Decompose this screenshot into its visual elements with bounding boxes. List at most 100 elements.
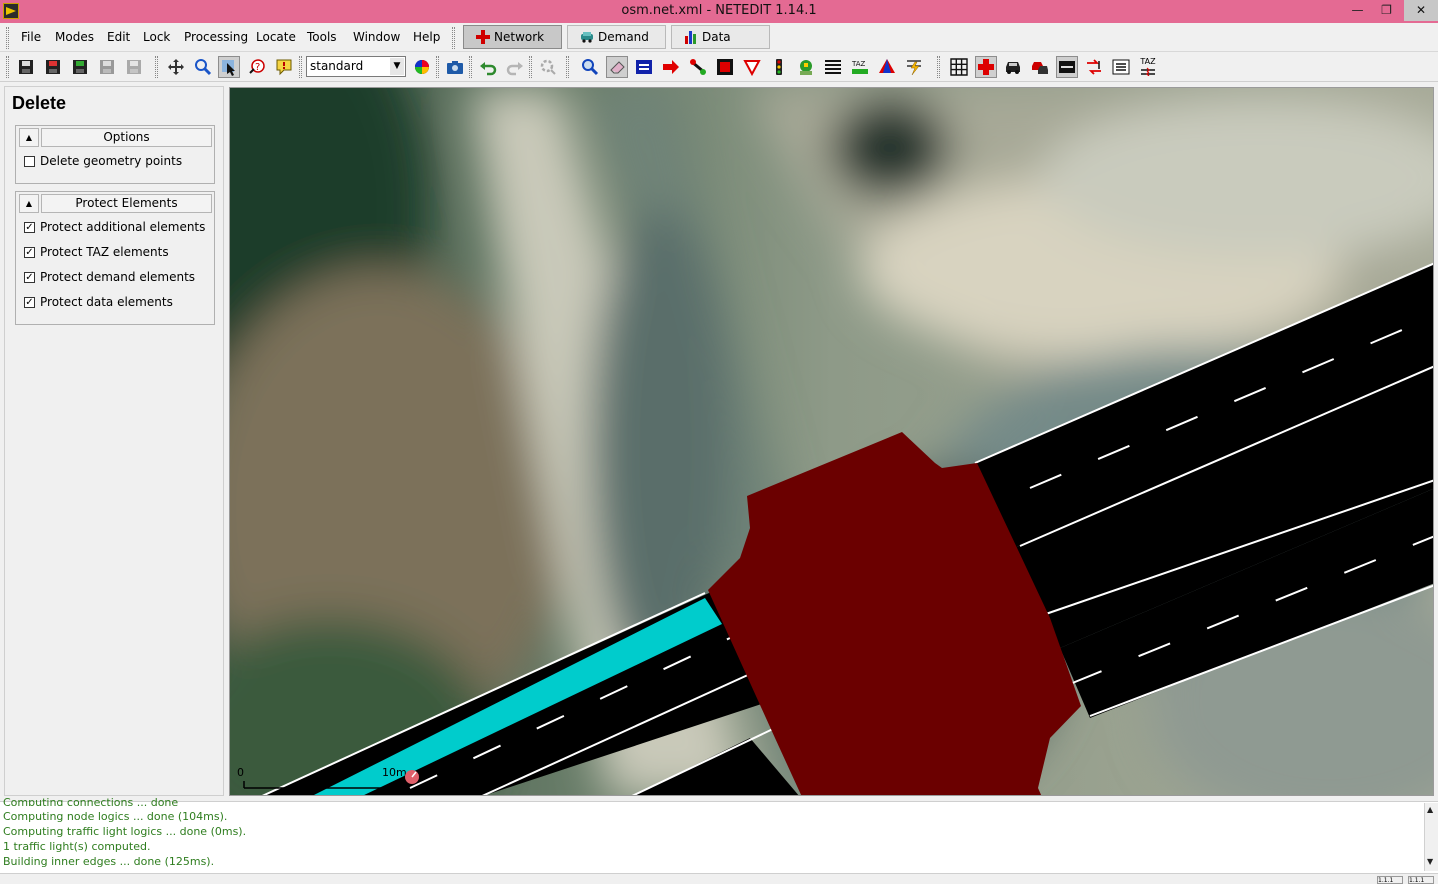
tooltip-button[interactable] [273,56,295,78]
menu-help[interactable]: Help [413,30,440,44]
toolbar-grip-5[interactable] [469,56,472,78]
delete-mode-button[interactable] [606,56,628,78]
tool-bar: ? standard ▼ TAZ TAZ [0,52,1438,82]
protect-demand-checkbox[interactable]: ✓ [24,272,35,283]
select-mode-button[interactable] [633,56,655,78]
close-button[interactable]: ✕ [1404,0,1438,21]
toggle-lane-change-button[interactable] [1029,56,1051,78]
supermode-demand-label: Demand [598,30,649,44]
help-button[interactable]: ? [246,56,268,78]
options-collapse-button[interactable]: ▲ [19,128,39,147]
direction-arrows-icon [1087,59,1101,75]
network-view-svg[interactable]: 0 10m [230,88,1434,796]
traffic-light-mode-button[interactable] [768,56,790,78]
toolbar-grip-7[interactable] [566,56,569,78]
menu-processing[interactable]: Processing [184,30,248,44]
create-edge-button[interactable] [687,56,709,78]
taz-icon: TAZ [851,60,868,74]
menu-modes[interactable]: Modes [55,30,94,44]
additional-icon [800,60,812,75]
cars-icon [1032,62,1048,74]
message-partial: Computing connections ... done (0ms). [3,796,179,806]
scale-end-label: 10m [382,766,407,779]
connection-mode-button[interactable] [714,56,736,78]
toggle-vehicle-button[interactable] [1002,56,1024,78]
save-demand-button[interactable] [69,56,91,78]
save-additionals-button[interactable] [42,56,64,78]
protect-collapse-button[interactable]: ▲ [19,194,39,213]
screenshot-button[interactable] [444,56,466,78]
message-scrollbar[interactable]: ▲ ▼ [1424,803,1438,871]
protect-elements-title: Protect Elements [41,194,212,213]
menu-edit[interactable]: Edit [107,30,130,44]
toggle-junction-shape-button[interactable] [975,56,997,78]
menu-window[interactable]: Window [353,30,400,44]
toolbar-grip[interactable] [6,56,9,78]
locate-gear-button[interactable] [537,56,559,78]
locate-button[interactable] [218,56,240,78]
delete-geometry-points-row[interactable]: Delete geometry points [16,150,214,175]
save-all-button[interactable] [123,56,145,78]
move-mode-button[interactable] [660,56,682,78]
scroll-down-icon[interactable]: ▼ [1427,857,1433,866]
scroll-up-icon[interactable]: ▲ [1427,805,1433,814]
crossing-mode-button[interactable] [822,56,844,78]
message-line: Computing traffic light logics ... done … [3,825,247,838]
menu-locate[interactable]: Locate [256,30,296,44]
protect-data-label: Protect data elements [40,295,173,309]
undo-button[interactable] [477,56,499,78]
delete-geometry-points-label: Delete geometry points [40,154,183,168]
toggle-grid-button[interactable] [948,56,970,78]
zoom-button[interactable] [192,56,214,78]
network-view-canvas[interactable]: 0 10m [229,87,1434,796]
delete-geometry-points-checkbox[interactable] [24,156,35,167]
svg-text:TAZ: TAZ [851,60,866,68]
protect-additional-row[interactable]: ✓ Protect additional elements [16,216,214,241]
protect-taz-checkbox[interactable]: ✓ [24,247,35,258]
tooltip-icon [276,59,292,76]
redo-button[interactable] [504,56,526,78]
save-data-button[interactable] [96,56,118,78]
menu-tools[interactable]: Tools [307,30,337,44]
polygon-mode-button[interactable] [876,56,898,78]
protect-taz-row[interactable]: ✓ Protect TAZ elements [16,241,214,266]
supermode-data-button[interactable]: Data [671,25,770,49]
toolbar-grip-8[interactable] [937,56,940,78]
protect-data-checkbox[interactable]: ✓ [24,297,35,308]
protect-data-row[interactable]: ✓ Protect data elements [16,291,214,316]
toolbar-grip-2[interactable] [155,56,158,78]
supermode-demand-button[interactable]: Demand [567,25,666,49]
protect-additional-checkbox[interactable]: ✓ [24,222,35,233]
prohibition-mode-button[interactable] [741,56,763,78]
taz-mode-button[interactable]: TAZ [849,56,871,78]
message-window[interactable]: Computing connections ... done (0ms). Co… [0,796,1438,873]
menu-file[interactable]: File [21,30,41,44]
toggle-merge-button[interactable] [1056,56,1078,78]
camera-icon [447,61,463,74]
toolbar-grip-4[interactable] [436,56,439,78]
svg-text:?: ? [255,62,260,73]
supermode-grip[interactable] [452,27,455,49]
protect-demand-row[interactable]: ✓ Protect demand elements [16,266,214,291]
toolbar-grip-6[interactable] [529,56,532,78]
menu-lock[interactable]: Lock [143,30,170,44]
supermode-network-button[interactable]: Network [463,25,562,49]
toolbar-grip-3[interactable] [299,56,302,78]
supermode-data-label: Data [702,30,731,44]
eraser-icon [610,61,625,74]
color-scheme-select[interactable]: standard ▼ [306,56,406,77]
save-network-button[interactable] [15,56,37,78]
wire-mode-button[interactable] [903,56,925,78]
toggle-taz-button[interactable]: TAZ [1137,56,1159,78]
toggle-list-button[interactable] [1110,56,1132,78]
toggle-direction-button[interactable] [1083,56,1105,78]
minimize-button[interactable]: — [1343,0,1372,21]
edit-visualization-button[interactable] [411,56,433,78]
recenter-view-button[interactable] [165,56,187,78]
inspect-mode-button[interactable] [579,56,601,78]
menu-grip[interactable] [6,27,9,49]
additional-mode-button[interactable] [795,56,817,78]
restore-button[interactable]: ❐ [1372,0,1401,21]
options-group: ▲ Options Delete geometry points [15,125,215,184]
junction-cross-icon [978,59,994,75]
